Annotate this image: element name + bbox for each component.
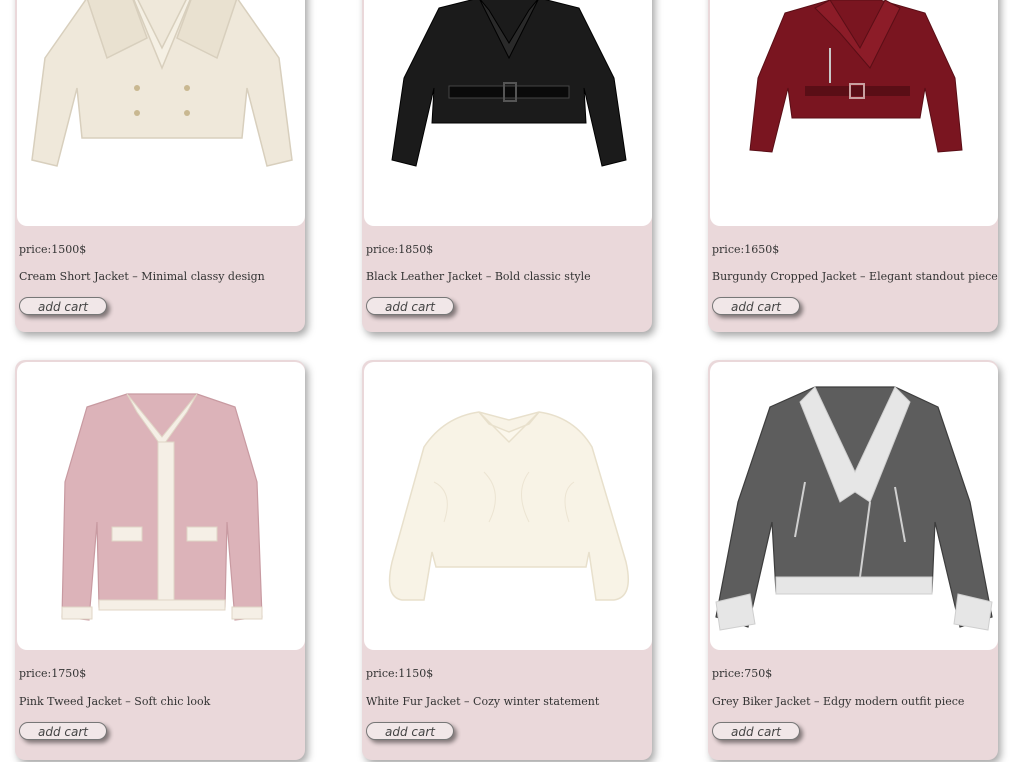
add-cart-button[interactable]: add cart <box>712 297 800 315</box>
product-price: price:1650$ <box>712 243 780 256</box>
product-card: price:1500$ Cream Short Jacket – Minimal… <box>15 0 305 332</box>
product-card: price:1750$ Pink Tweed Jacket – Soft chi… <box>15 360 305 760</box>
product-description: Black Leather Jacket – Bold classic styl… <box>366 270 591 283</box>
white-fur-jacket-image[interactable] <box>364 362 652 650</box>
cream-short-jacket-image[interactable] <box>17 0 305 226</box>
add-cart-button[interactable]: add cart <box>366 297 454 315</box>
product-description: Cream Short Jacket – Minimal classy desi… <box>19 270 265 283</box>
product-price: price:1500$ <box>19 243 87 256</box>
add-cart-button[interactable]: add cart <box>19 722 107 740</box>
product-description: White Fur Jacket – Cozy winter statement <box>366 695 600 708</box>
product-card: price:1650$ Burgundy Cropped Jacket – El… <box>708 0 998 332</box>
add-cart-button[interactable]: add cart <box>712 722 800 740</box>
product-price: price:750$ <box>712 667 773 680</box>
product-price: price:1150$ <box>366 667 434 680</box>
black-leather-jacket-image[interactable] <box>364 0 652 226</box>
burgundy-cropped-jacket-image[interactable] <box>710 0 998 226</box>
product-description: Grey Biker Jacket – Edgy modern outfit p… <box>712 695 965 708</box>
product-grid: price:1500$ Cream Short Jacket – Minimal… <box>0 0 1030 762</box>
product-card: price:1150$ White Fur Jacket – Cozy wint… <box>362 360 652 760</box>
product-description: Pink Tweed Jacket – Soft chic look <box>19 695 211 708</box>
product-price: price:1750$ <box>19 667 87 680</box>
pink-tweed-jacket-image[interactable] <box>17 362 305 650</box>
add-cart-button[interactable]: add cart <box>366 722 454 740</box>
add-cart-button[interactable]: add cart <box>19 297 107 315</box>
product-price: price:1850$ <box>366 243 434 256</box>
product-card: price:1850$ Black Leather Jacket – Bold … <box>362 0 652 332</box>
grey-biker-jacket-image[interactable] <box>710 362 998 650</box>
product-card: price:750$ Grey Biker Jacket – Edgy mode… <box>708 360 998 760</box>
product-description: Burgundy Cropped Jacket – Elegant stando… <box>712 270 998 283</box>
